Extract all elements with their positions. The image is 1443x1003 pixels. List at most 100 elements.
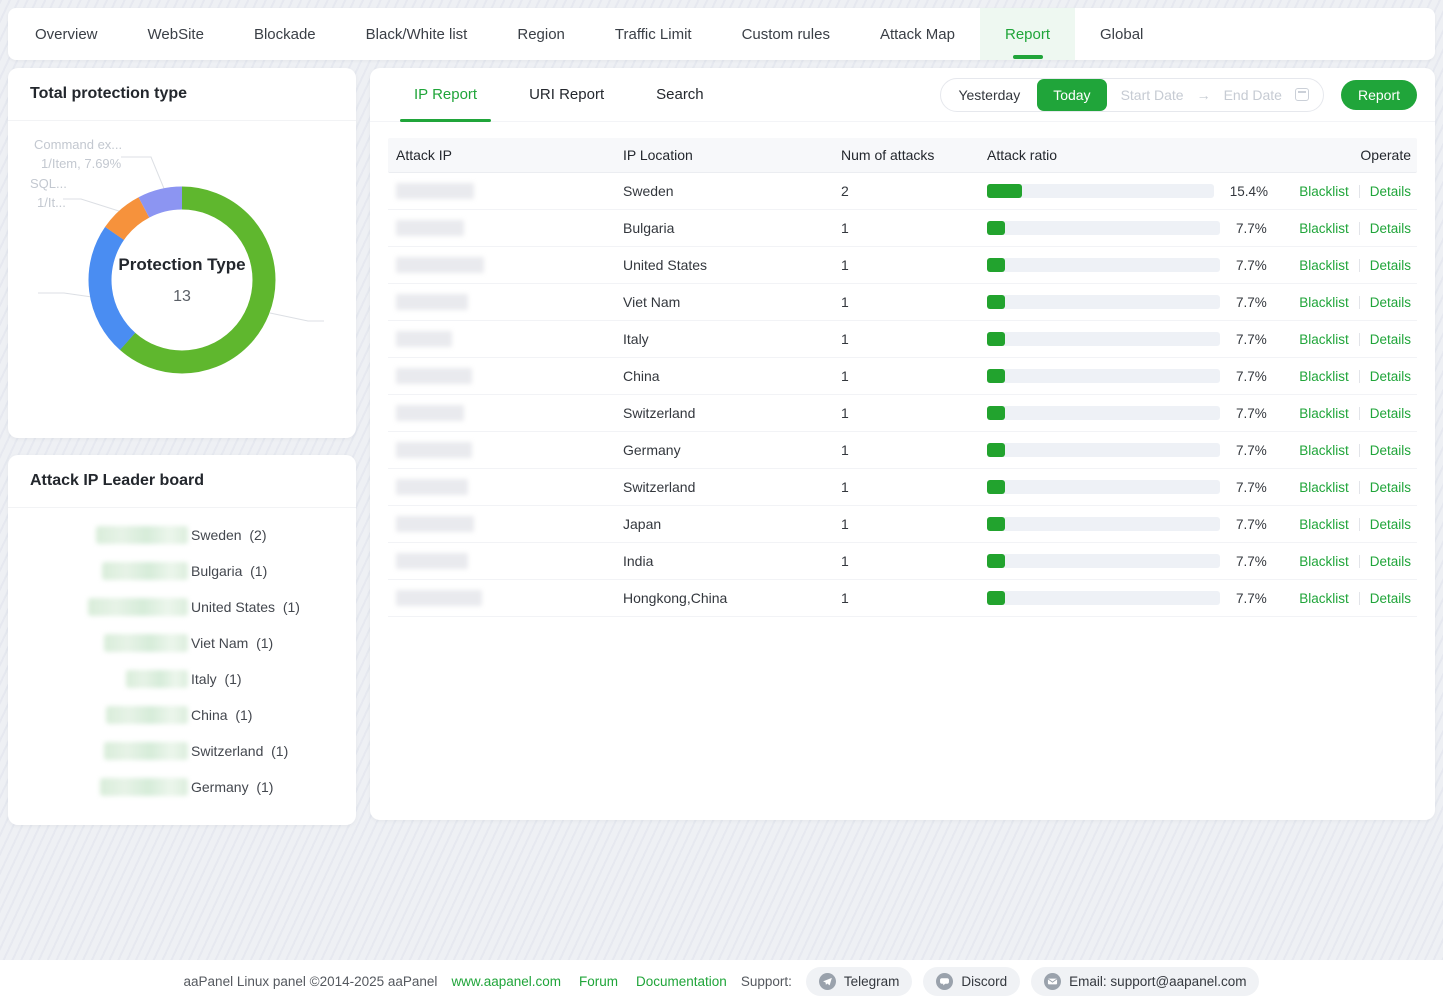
support-badge-discord[interactable]: Discord	[923, 967, 1020, 996]
attack-ip-cell	[388, 220, 615, 236]
redacted-ip-blur	[396, 405, 464, 421]
redacted-ip-blur	[100, 778, 188, 796]
details-link[interactable]: Details	[1370, 406, 1411, 421]
attack-ratio-cell: 7.7%	[979, 369, 1268, 384]
details-link[interactable]: Details	[1370, 554, 1411, 569]
operate-cell: Blacklist Details	[1268, 221, 1417, 236]
leaderboard-label: United States (1)	[191, 599, 300, 615]
redacted-ip-blur	[102, 562, 188, 580]
date-range-pill: Yesterday Today Start Date → End Date	[940, 78, 1324, 112]
today-button[interactable]: Today	[1037, 79, 1106, 111]
blacklist-link[interactable]: Blacklist	[1299, 480, 1349, 495]
num-attacks-cell: 1	[833, 516, 979, 532]
blacklist-link[interactable]: Blacklist	[1299, 332, 1349, 347]
redacted-ip-blur	[396, 294, 468, 310]
ip-location-cell: Sweden	[615, 183, 833, 199]
blacklist-link[interactable]: Blacklist	[1299, 554, 1349, 569]
divider	[1359, 407, 1360, 420]
table-row: Italy17.7%BlacklistDetails	[388, 321, 1417, 358]
details-link[interactable]: Details	[1370, 591, 1411, 606]
report-button[interactable]: Report	[1341, 80, 1417, 110]
operate-cell: Blacklist Details	[1268, 295, 1417, 310]
num-attacks-cell: 1	[833, 590, 979, 606]
nav-item-attack-map[interactable]: Attack Map	[855, 8, 980, 60]
tab-ip-report[interactable]: IP Report	[388, 68, 503, 121]
footer-link-documentation[interactable]: Documentation	[636, 974, 727, 989]
blacklist-link[interactable]: Blacklist	[1299, 295, 1349, 310]
ip-location-cell: Viet Nam	[615, 294, 833, 310]
attack-ratio-bar	[987, 406, 1220, 420]
attack-ratio-cell: 7.7%	[979, 406, 1268, 421]
details-link[interactable]: Details	[1370, 295, 1411, 310]
footer-link-forum[interactable]: Forum	[579, 974, 618, 989]
nav-item-report[interactable]: Report	[980, 8, 1075, 60]
attack-ratio-bar-fill	[987, 221, 1005, 235]
blacklist-link[interactable]: Blacklist	[1299, 406, 1349, 421]
attack-ratio-value: 7.7%	[1236, 332, 1267, 347]
num-attacks-cell: 1	[833, 257, 979, 273]
blacklist-link[interactable]: Blacklist	[1299, 517, 1349, 532]
attack-ratio-value: 7.7%	[1236, 221, 1267, 236]
leaderboard-label: Switzerland (1)	[191, 743, 288, 759]
start-date-placeholder[interactable]: Start Date	[1121, 87, 1184, 103]
nav-item-website[interactable]: WebSite	[123, 8, 229, 60]
details-link[interactable]: Details	[1370, 369, 1411, 384]
attack-ratio-bar-fill	[987, 406, 1005, 420]
redacted-ip-blur	[396, 331, 452, 347]
nav-item-overview[interactable]: Overview	[10, 8, 123, 60]
attack-ratio-value: 7.7%	[1236, 258, 1267, 273]
nav-item-blockade[interactable]: Blockade	[229, 8, 341, 60]
report-table-body: Sweden215.4%BlacklistDetailsBulgaria17.7…	[388, 173, 1417, 617]
date-range-picker[interactable]: Start Date → End Date	[1107, 87, 1323, 103]
details-link[interactable]: Details	[1370, 443, 1411, 458]
operate-cell: Blacklist Details	[1268, 332, 1417, 347]
support-badge-email-support-aapanel-com[interactable]: Email: support@aapanel.com	[1031, 967, 1259, 996]
attack-ratio-bar	[987, 258, 1220, 272]
blacklist-link[interactable]: Blacklist	[1299, 258, 1349, 273]
nav-item-traffic-limit[interactable]: Traffic Limit	[590, 8, 717, 60]
attack-ratio-value: 7.7%	[1236, 295, 1267, 310]
report-card: IP ReportURI ReportSearch Yesterday Toda…	[370, 68, 1435, 820]
leaderboard-list: Sweden (2)Bulgaria (1)United States (1)V…	[8, 508, 356, 805]
details-link[interactable]: Details	[1370, 332, 1411, 347]
details-link[interactable]: Details	[1370, 258, 1411, 273]
ip-location-cell: Germany	[615, 442, 833, 458]
blacklist-link[interactable]: Blacklist	[1299, 369, 1349, 384]
blacklist-link[interactable]: Blacklist	[1299, 443, 1349, 458]
redacted-ip-blur	[104, 634, 188, 652]
details-link[interactable]: Details	[1370, 221, 1411, 236]
ip-location-cell: Japan	[615, 516, 833, 532]
details-link[interactable]: Details	[1370, 184, 1411, 199]
nav-item-region[interactable]: Region	[492, 8, 590, 60]
col-ip-location: IP Location	[615, 147, 833, 163]
nav-item-black-white-list[interactable]: Black/White list	[341, 8, 493, 60]
report-table: Attack IP IP Location Num of attacks Att…	[388, 138, 1417, 617]
nav-item-global[interactable]: Global	[1075, 8, 1168, 60]
card-title: Attack IP Leader board	[8, 455, 356, 508]
divider	[1359, 555, 1360, 568]
support-badge-label: Discord	[961, 974, 1007, 989]
details-link[interactable]: Details	[1370, 480, 1411, 495]
end-date-placeholder[interactable]: End Date	[1224, 87, 1282, 103]
nav-item-custom-rules[interactable]: Custom rules	[717, 8, 855, 60]
attack-ratio-cell: 7.7%	[979, 332, 1268, 347]
attack-ratio-cell: 7.7%	[979, 517, 1268, 532]
footer-copyright: aaPanel Linux panel ©2014-2025 aaPanel	[184, 974, 438, 989]
divider	[1359, 481, 1360, 494]
redacted-ip-blur	[104, 742, 188, 760]
attack-ratio-bar	[987, 221, 1220, 235]
footer-link-www-aapanel-com[interactable]: www.aapanel.com	[451, 974, 561, 989]
num-attacks-cell: 1	[833, 220, 979, 236]
blacklist-link[interactable]: Blacklist	[1299, 221, 1349, 236]
details-link[interactable]: Details	[1370, 517, 1411, 532]
ip-location-cell: Switzerland	[615, 405, 833, 421]
blacklist-link[interactable]: Blacklist	[1299, 184, 1349, 199]
support-badge-telegram[interactable]: Telegram	[806, 967, 913, 996]
blacklist-link[interactable]: Blacklist	[1299, 591, 1349, 606]
attack-ip-cell	[388, 442, 615, 458]
support-badge-label: Email: support@aapanel.com	[1069, 974, 1246, 989]
attack-ratio-bar	[987, 332, 1220, 346]
tab-uri-report[interactable]: URI Report	[503, 68, 630, 121]
tab-search[interactable]: Search	[630, 68, 730, 121]
yesterday-button[interactable]: Yesterday	[941, 79, 1037, 111]
